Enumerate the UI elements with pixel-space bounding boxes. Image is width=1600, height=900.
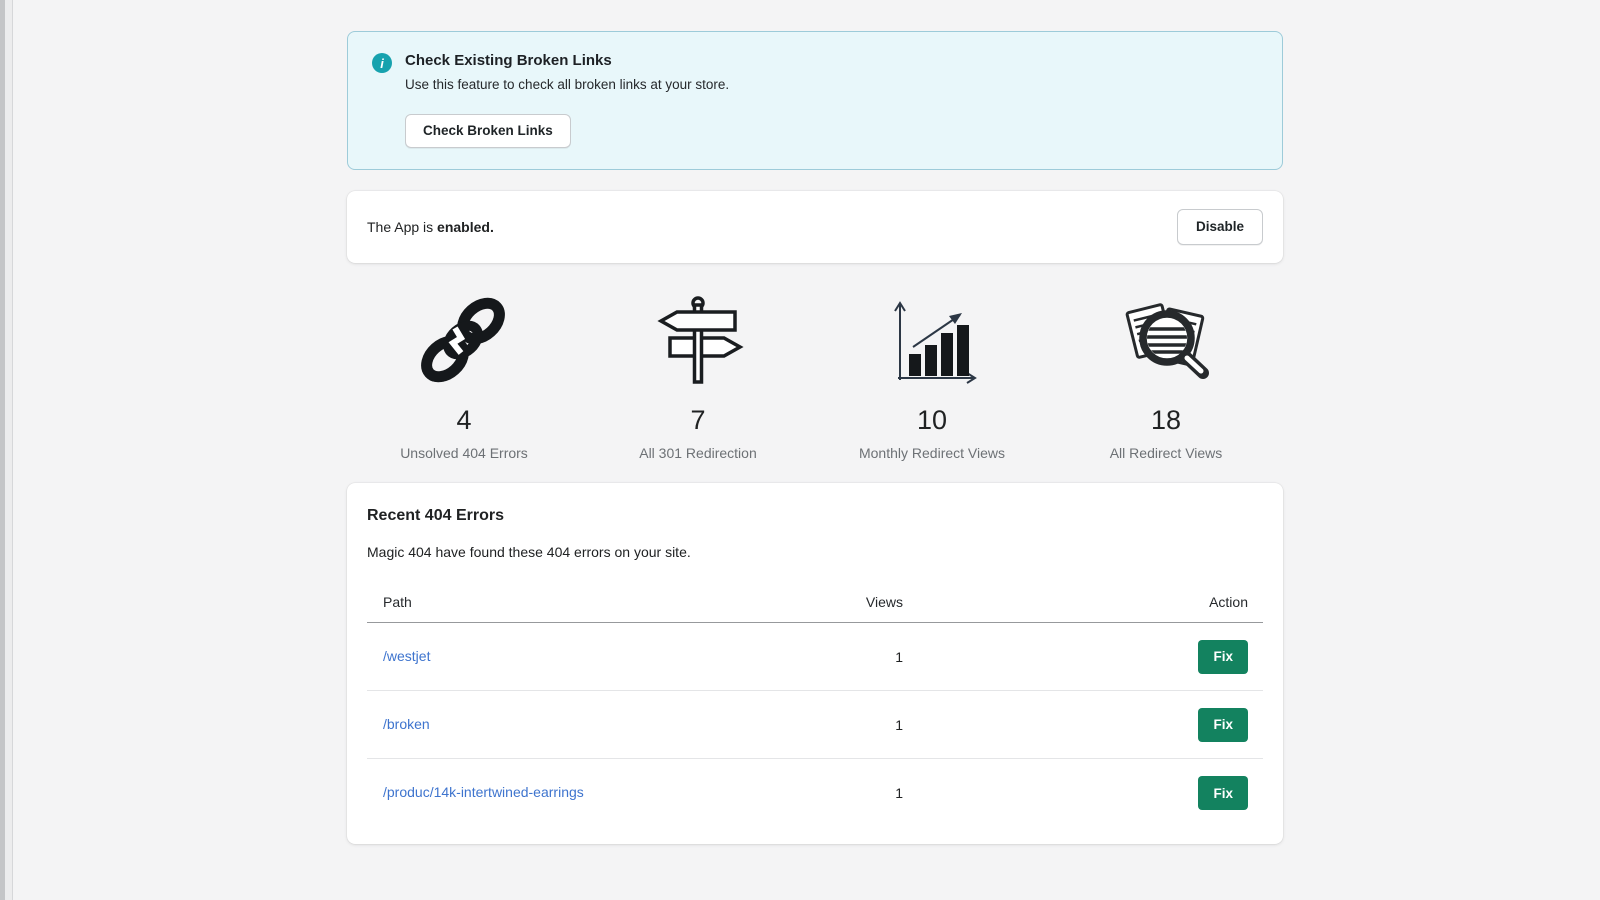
errors-card-description: Magic 404 have found these 404 errors on…: [367, 544, 1263, 560]
stat-unsolved-404: 4 Unsolved 404 Errors: [347, 290, 581, 461]
stat-label: All 301 Redirection: [581, 445, 815, 461]
broken-links-banner: i Check Existing Broken Links Use this f…: [347, 31, 1283, 170]
broken-chain-icon: [347, 290, 581, 392]
search-documents-icon: [1049, 290, 1283, 392]
info-icon: i: [372, 53, 392, 73]
signpost-icon: [581, 290, 815, 392]
table-row: /produc/14k-intertwined-earrings 1 Fix: [367, 759, 1263, 827]
check-broken-links-button[interactable]: Check Broken Links: [405, 114, 571, 148]
column-header-action: Action: [903, 594, 1263, 610]
app-status-text: The App is enabled.: [367, 219, 494, 235]
table-row: /westjet 1 Fix: [367, 623, 1263, 691]
errors-table: Path Views Action /westjet 1 Fix /broken…: [367, 581, 1263, 827]
bar-chart-icon: [815, 290, 1049, 392]
left-gutter: [5, 0, 13, 900]
views-value: 1: [797, 785, 903, 801]
errors-card-title: Recent 404 Errors: [367, 507, 1263, 525]
banner-description: Use this feature to check all broken lin…: [405, 77, 729, 92]
disable-button[interactable]: Disable: [1177, 209, 1263, 245]
fix-button[interactable]: Fix: [1198, 776, 1248, 810]
app-status-prefix: The App is: [367, 219, 437, 235]
table-row: /broken 1 Fix: [367, 691, 1263, 759]
banner-body: Check Existing Broken Links Use this fea…: [405, 52, 729, 148]
table-header-row: Path Views Action: [367, 581, 1263, 623]
path-link[interactable]: /broken: [383, 716, 430, 732]
stat-label: Monthly Redirect Views: [815, 445, 1049, 461]
path-link[interactable]: /westjet: [383, 648, 430, 664]
fix-button[interactable]: Fix: [1198, 640, 1248, 674]
fix-button[interactable]: Fix: [1198, 708, 1248, 742]
stat-all-redirect-views: 18 All Redirect Views: [1049, 290, 1283, 461]
stat-value: 4: [347, 405, 581, 436]
stat-value: 7: [581, 405, 815, 436]
stat-value: 10: [815, 405, 1049, 436]
page-content: i Check Existing Broken Links Use this f…: [347, 31, 1283, 844]
stat-label: Unsolved 404 Errors: [347, 445, 581, 461]
column-header-path: Path: [367, 594, 797, 610]
app-status-card: The App is enabled. Disable: [347, 191, 1283, 263]
stat-301-redirection: 7 All 301 Redirection: [581, 290, 815, 461]
banner-title: Check Existing Broken Links: [405, 52, 729, 69]
recent-404-errors-card: Recent 404 Errors Magic 404 have found t…: [347, 483, 1283, 844]
stat-monthly-redirect-views: 10 Monthly Redirect Views: [815, 290, 1049, 461]
path-link[interactable]: /produc/14k-intertwined-earrings: [383, 784, 584, 800]
column-header-views: Views: [797, 594, 903, 610]
stat-value: 18: [1049, 405, 1283, 436]
views-value: 1: [797, 649, 903, 665]
app-status-value: enabled.: [437, 219, 494, 235]
stat-label: All Redirect Views: [1049, 445, 1283, 461]
stats-row: 4 Unsolved 404 Errors 7 All 301 Redirect…: [347, 290, 1283, 461]
views-value: 1: [797, 717, 903, 733]
